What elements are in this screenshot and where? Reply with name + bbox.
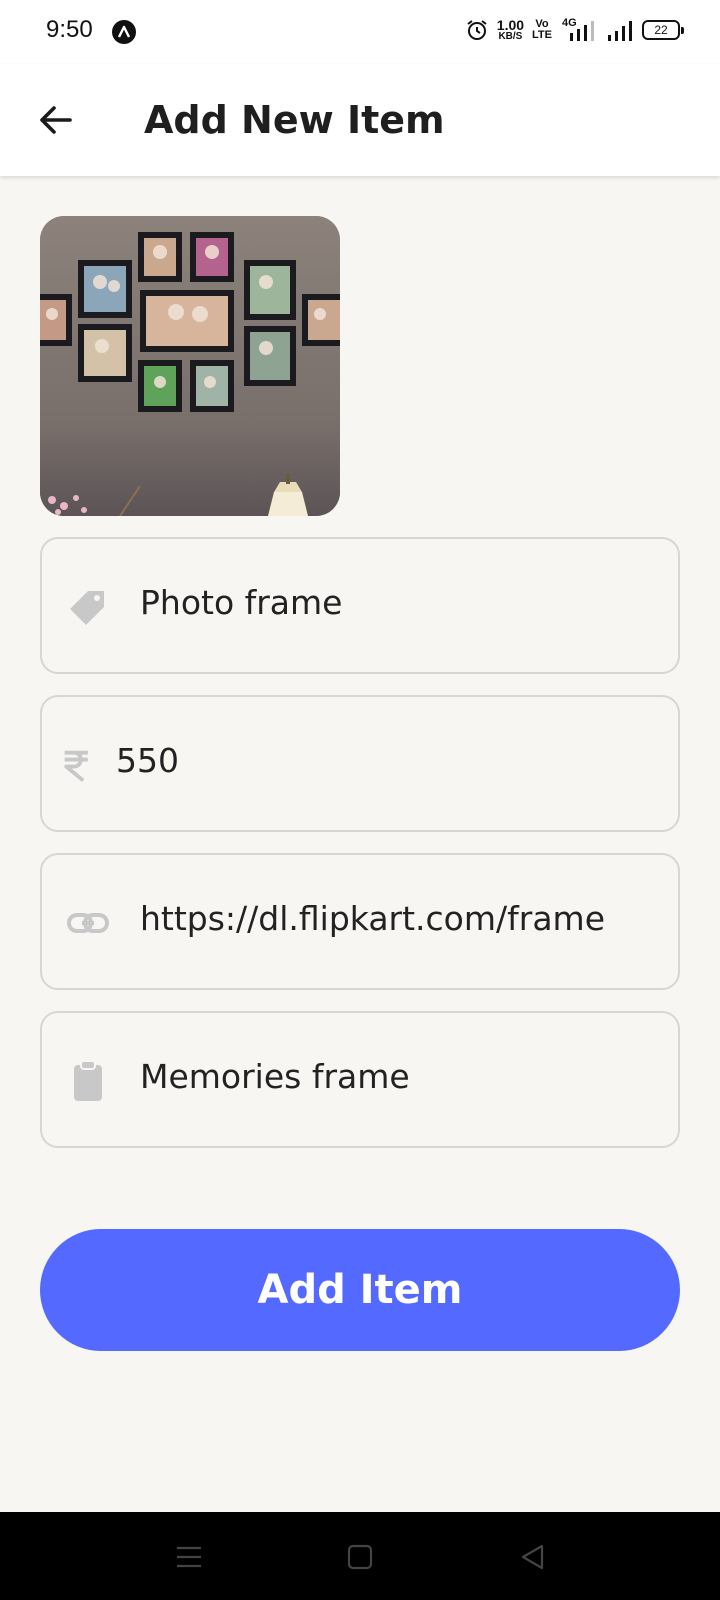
status-bar: 9:50 1.00 KB/S Vo LTE 4G 22 [0, 0, 720, 64]
item-name-value: Photo frame [140, 583, 343, 622]
back-arrow-icon [40, 106, 72, 134]
app-bar: Add New Item [0, 64, 720, 176]
status-time: 9:50 [46, 16, 93, 43]
home-square-icon[interactable] [345, 1542, 375, 1572]
system-nav-bar [0, 1512, 720, 1600]
clipboard-icon [74, 1060, 102, 1101]
description-field[interactable]: Memories frame [40, 1011, 680, 1148]
app-notification-icon [112, 20, 136, 44]
signal-4g-icon [570, 21, 594, 41]
photo-frames-image [40, 216, 340, 516]
net-speed-value: 1.00 [496, 17, 525, 33]
net-speed: 1.00 KB/S [497, 18, 524, 42]
network-4g-indicator: 4G [560, 18, 598, 42]
description-value: Memories frame [140, 1057, 410, 1096]
battery-indicator: 22 [642, 20, 684, 40]
rupee-icon [64, 750, 88, 782]
link-icon [67, 913, 109, 933]
volte-indicator: Vo LTE [532, 19, 552, 41]
net-speed-unit: KB/S [498, 31, 523, 42]
back-triangle-icon[interactable] [518, 1542, 548, 1572]
item-name-field[interactable]: Photo frame [40, 537, 680, 674]
alarm-icon [467, 20, 487, 40]
link-field[interactable]: https://dl.flipkart.com/frame [40, 853, 680, 990]
volte-bottom: LTE [532, 29, 552, 41]
back-button[interactable] [34, 98, 78, 142]
price-value: 550 [116, 741, 179, 780]
price-field[interactable]: 550 [40, 695, 680, 832]
link-value: https://dl.flipkart.com/frame [140, 899, 605, 938]
item-image[interactable] [40, 216, 340, 516]
status-indicators: 1.00 KB/S Vo LTE 4G 22 [465, 18, 684, 42]
page-title: Add New Item [144, 98, 445, 142]
signal-icon [608, 21, 632, 41]
add-item-button[interactable]: Add Item [40, 1229, 680, 1351]
menu-icon[interactable] [174, 1542, 204, 1572]
tag-icon [70, 591, 104, 625]
